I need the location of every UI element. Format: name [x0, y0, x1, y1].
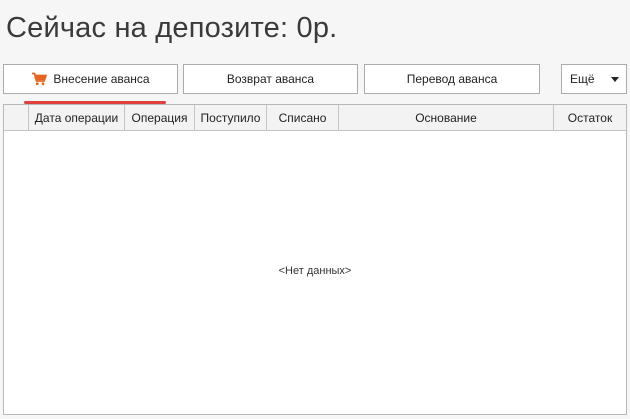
more-label: Ещё — [570, 72, 595, 86]
transfer-advance-button[interactable]: Перевод аванса — [364, 64, 540, 94]
column-header-select[interactable] — [4, 105, 29, 130]
refund-advance-button[interactable]: Возврат аванса — [183, 64, 358, 94]
refund-advance-label: Возврат аванса — [226, 72, 315, 86]
more-dropdown[interactable]: Ещё — [561, 64, 627, 94]
deposit-advance-label: Внесение аванса — [53, 72, 150, 86]
column-header-balance[interactable]: Остаток — [554, 105, 626, 130]
table-header: Дата операции Операция Поступило Списано… — [4, 105, 626, 131]
chevron-down-icon — [611, 77, 619, 82]
column-header-basis[interactable]: Основание — [339, 105, 554, 130]
column-header-received[interactable]: Поступило — [195, 105, 267, 130]
empty-state-text: <Нет данных> — [278, 265, 352, 277]
deposit-window: Сейчас на депозите: 0р. Внесение аванса … — [0, 0, 630, 419]
column-header-debited[interactable]: Списано — [267, 105, 339, 130]
operations-table[interactable]: Дата операции Операция Поступило Списано… — [3, 104, 627, 415]
column-header-operation[interactable]: Операция — [125, 105, 195, 130]
deposit-advance-button[interactable]: Внесение аванса — [3, 64, 178, 94]
cart-icon — [31, 72, 48, 86]
page-title: Сейчас на депозите: 0р. — [6, 12, 338, 44]
column-header-date[interactable]: Дата операции — [29, 105, 125, 130]
transfer-advance-label: Перевод аванса — [406, 72, 498, 86]
